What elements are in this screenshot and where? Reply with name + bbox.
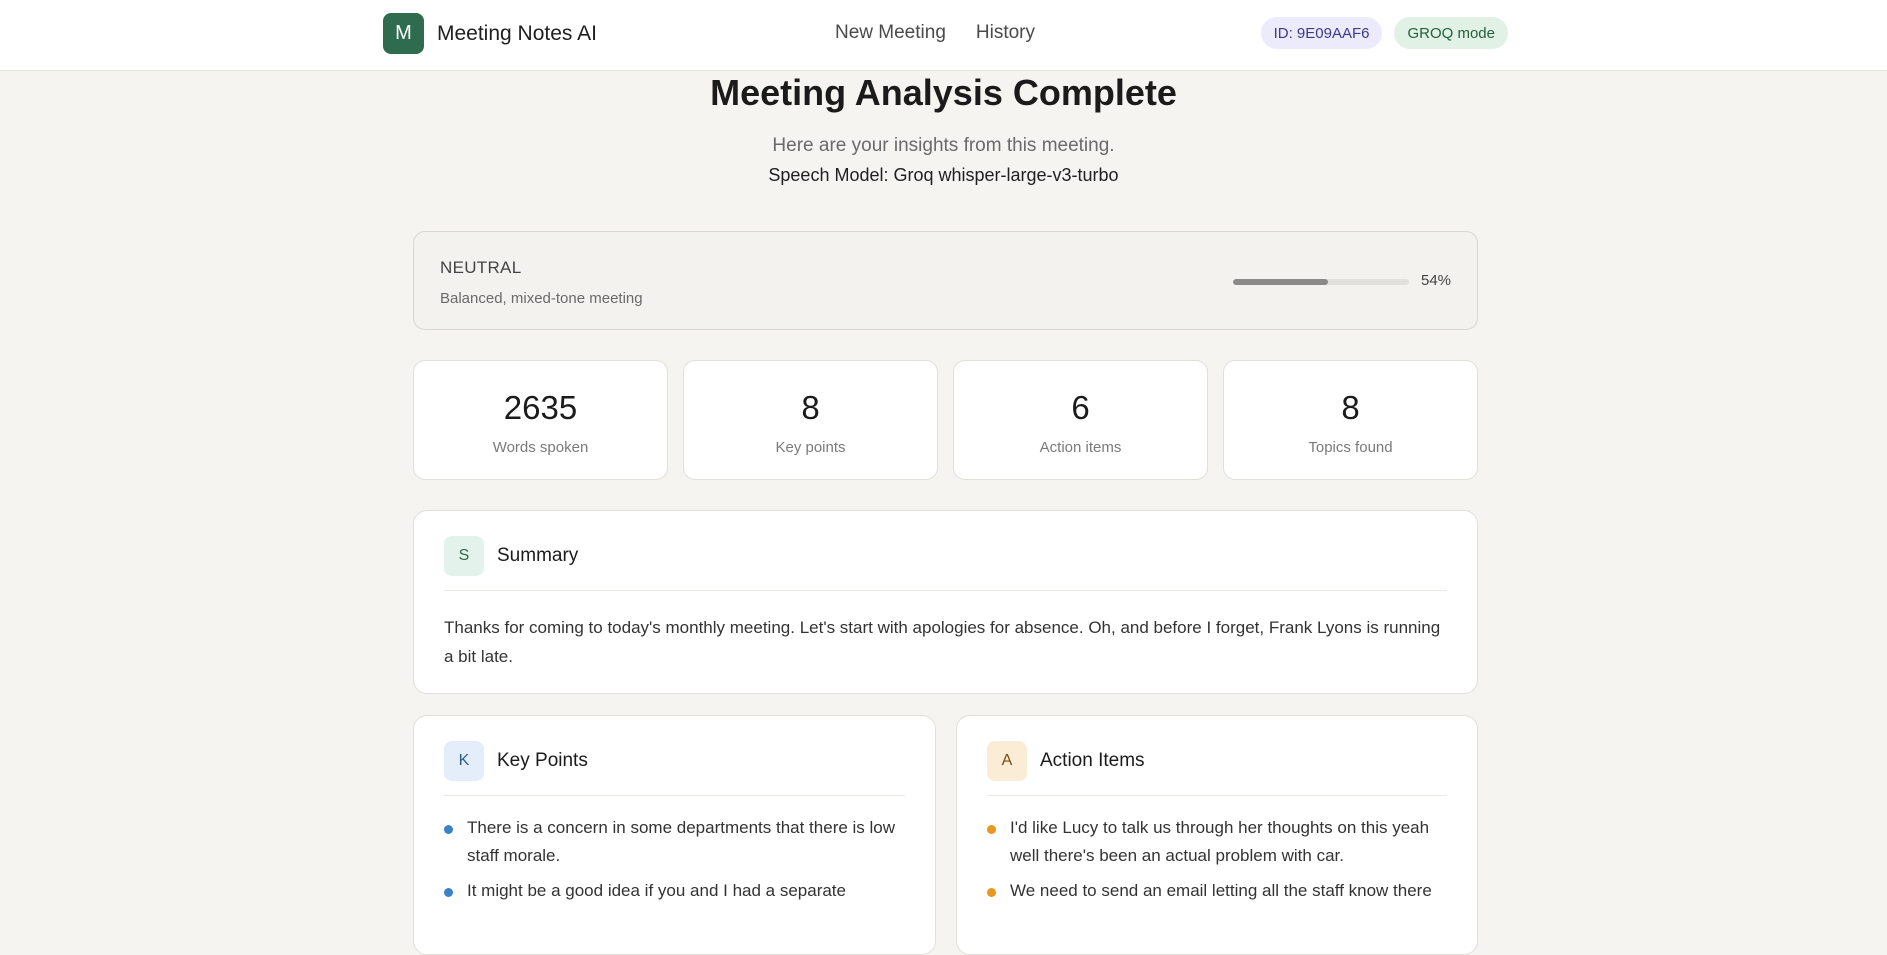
summary-text: Thanks for coming to today's monthly mee… — [444, 618, 1441, 666]
stat-value: 8 — [801, 389, 820, 426]
list-item: It might be a good idea if you and I had… — [444, 877, 905, 905]
summary-card-header: S Summary — [444, 536, 1447, 591]
speech-model-label: Speech Model: Groq whisper-large-v3-turb… — [768, 165, 1119, 185]
stat-label: Key points — [775, 439, 846, 456]
action-items-title: Action Items — [1040, 750, 1145, 771]
nav-new-meeting[interactable]: New Meeting — [835, 22, 946, 44]
stat-label: Words spoken — [492, 439, 589, 456]
brand[interactable]: M Meeting Notes AI — [383, 13, 597, 54]
header-badges: ID: 9E09AAF6 GROQ mode — [1260, 17, 1508, 49]
action-items-card: A Action Items I'd like Lucy to talk us … — [956, 715, 1478, 955]
key-point-text: There is a concern in some departments t… — [467, 818, 896, 865]
summary-title: Summary — [497, 545, 579, 566]
summary-card: S Summary Thanks for coming to today's m… — [413, 510, 1478, 694]
key-points-title: Key Points — [497, 750, 588, 771]
stat-key-points: 8 Key points — [683, 360, 938, 480]
key-point-text: It might be a good idea if you and I had… — [467, 881, 846, 900]
sentiment-percent: 54% — [1421, 272, 1452, 289]
page-title: Meeting Analysis Complete — [710, 72, 1177, 113]
stat-value: 2635 — [503, 389, 578, 426]
stat-topics-found: 8 Topics found — [1223, 360, 1478, 480]
key-points-list: There is a concern in some departments t… — [444, 814, 905, 912]
stat-value: 8 — [1341, 389, 1360, 426]
sentiment-description: Balanced, mixed-tone meeting — [440, 290, 643, 307]
bullet-dot — [444, 888, 453, 897]
sentiment-label: NEUTRAL — [440, 258, 522, 277]
mode-badge: GROQ mode — [1394, 17, 1508, 49]
sentiment-progress-fill — [1233, 279, 1329, 285]
sentiment-panel: NEUTRAL Balanced, mixed-tone meeting 54% — [413, 231, 1478, 330]
sentiment-progress-bar — [1233, 279, 1409, 285]
key-points-card: K Key Points There is a concern in some … — [413, 715, 936, 955]
stat-label: Topics found — [1308, 439, 1393, 456]
action-items-icon: A — [987, 741, 1027, 781]
action-item-text: I'd like Lucy to talk us through her tho… — [1010, 818, 1430, 865]
summary-icon: S — [444, 536, 484, 576]
app-logo: M — [383, 13, 424, 54]
app-name: Meeting Notes AI — [437, 21, 597, 45]
action-items-list: I'd like Lucy to talk us through her tho… — [987, 814, 1447, 912]
list-item: I'd like Lucy to talk us through her tho… — [987, 814, 1447, 870]
meeting-id-badge: ID: 9E09AAF6 — [1260, 17, 1383, 49]
action-items-card-header: A Action Items — [987, 741, 1447, 796]
action-item-text: We need to send an email letting all the… — [1010, 881, 1432, 900]
key-points-card-header: K Key Points — [444, 741, 905, 796]
nav-history[interactable]: History — [976, 22, 1035, 44]
bullet-dot — [987, 888, 996, 897]
stat-action-items: 6 Action items — [953, 360, 1208, 480]
list-item: There is a concern in some departments t… — [444, 814, 905, 870]
bullet-dot — [444, 825, 453, 834]
key-points-icon: K — [444, 741, 484, 781]
stat-label: Action items — [1039, 439, 1122, 456]
stat-words-spoken: 2635 Words spoken — [413, 360, 668, 480]
page-subtitle: Here are your insights from this meeting… — [772, 135, 1115, 156]
stat-value: 6 — [1071, 389, 1090, 426]
bullet-dot — [987, 825, 996, 834]
list-item: We need to send an email letting all the… — [987, 877, 1447, 905]
top-navigation-bar: M Meeting Notes AI New Meeting History I… — [0, 0, 1887, 71]
main-nav: New Meeting History — [835, 22, 1035, 44]
